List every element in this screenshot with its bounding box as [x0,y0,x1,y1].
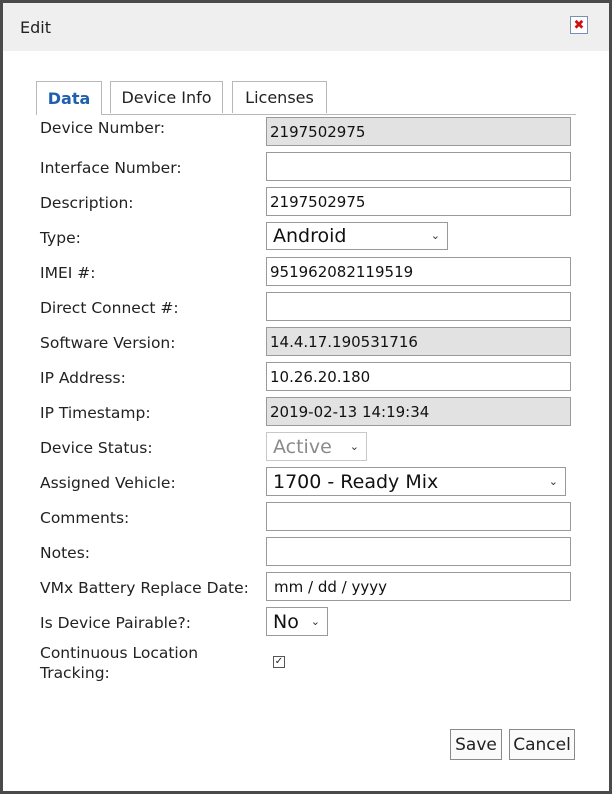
assigned-vehicle-select[interactable]: 1700 - Ready Mix ⌄ [266,467,566,496]
assigned-vehicle-label: Assigned Vehicle: [40,474,176,492]
device-status-label: Device Status: [40,439,153,457]
notes-label: Notes: [40,544,90,562]
device-number-field: 2197502975 [266,117,571,146]
dialog-titlebar: Edit ✖ [3,3,609,51]
chevron-down-icon: ⌄ [310,614,320,628]
tab-label: Data [47,89,91,108]
ip-address-input[interactable]: 10.26.20.180 [266,362,571,391]
close-button[interactable]: ✖ [570,16,588,34]
assigned-vehicle-value: 1700 - Ready Mix [273,470,439,493]
device-status-select: Active ⌄ [266,432,367,461]
interface-number-input[interactable] [266,152,571,181]
chevron-down-icon: ⌄ [548,474,558,488]
tab-licenses[interactable]: Licenses [232,81,327,113]
device-number-label: Device Number: [40,119,166,137]
ip-timestamp-field: 2019-02-13 14:19:34 [266,397,571,426]
direct-connect-label: Direct Connect #: [40,299,179,317]
tab-data[interactable]: Data [36,81,102,115]
comments-input[interactable] [266,502,571,531]
type-value: Android [273,225,347,247]
pairable-value: No [273,610,299,633]
tab-device-info[interactable]: Device Info [110,81,223,113]
imei-input[interactable]: 951962082119519 [266,257,571,286]
close-icon: ✖ [573,17,585,33]
ip-address-label: IP Address: [40,369,126,387]
type-select[interactable]: Android ⌄ [266,222,448,250]
tab-label: Device Info [121,88,212,107]
comments-label: Comments: [40,509,130,527]
tab-label: Licenses [245,88,314,107]
pairable-label: Is Device Pairable?: [40,614,191,632]
software-version-label: Software Version: [40,334,176,352]
imei-label: IMEI #: [40,264,96,282]
interface-number-label: Interface Number: [40,159,182,177]
edit-dialog: Edit ✖ Data Device Info Licenses Device … [0,0,612,794]
battery-date-label: VMx Battery Replace Date: [40,579,249,597]
battery-date-input[interactable]: mm / dd / yyyy [266,572,571,601]
software-version-field: 14.4.17.190531716 [266,327,571,356]
chevron-down-icon: ⌄ [349,439,359,453]
device-status-value: Active [273,435,332,458]
description-input[interactable]: 2197502975 [266,187,571,216]
tab-bar: Data Device Info Licenses [36,81,576,115]
chevron-down-icon: ⌄ [430,228,440,242]
cancel-button-label: Cancel [513,734,571,755]
type-label: Type: [40,229,81,247]
continuous-tracking-checkbox[interactable]: ✓ [273,656,285,668]
check-icon: ✓ [274,656,284,667]
save-button[interactable]: Save [450,729,502,760]
continuous-tracking-label-line2: Tracking: [40,664,110,682]
cancel-button[interactable]: Cancel [509,729,575,760]
direct-connect-input[interactable] [266,292,571,321]
description-label: Description: [40,194,134,212]
continuous-tracking-label-line1: Continuous Location [40,644,199,662]
notes-input[interactable] [266,537,571,566]
save-button-label: Save [455,734,497,755]
ip-timestamp-label: IP Timestamp: [40,404,151,422]
dialog-title: Edit [20,18,51,37]
pairable-select[interactable]: No ⌄ [266,607,328,636]
